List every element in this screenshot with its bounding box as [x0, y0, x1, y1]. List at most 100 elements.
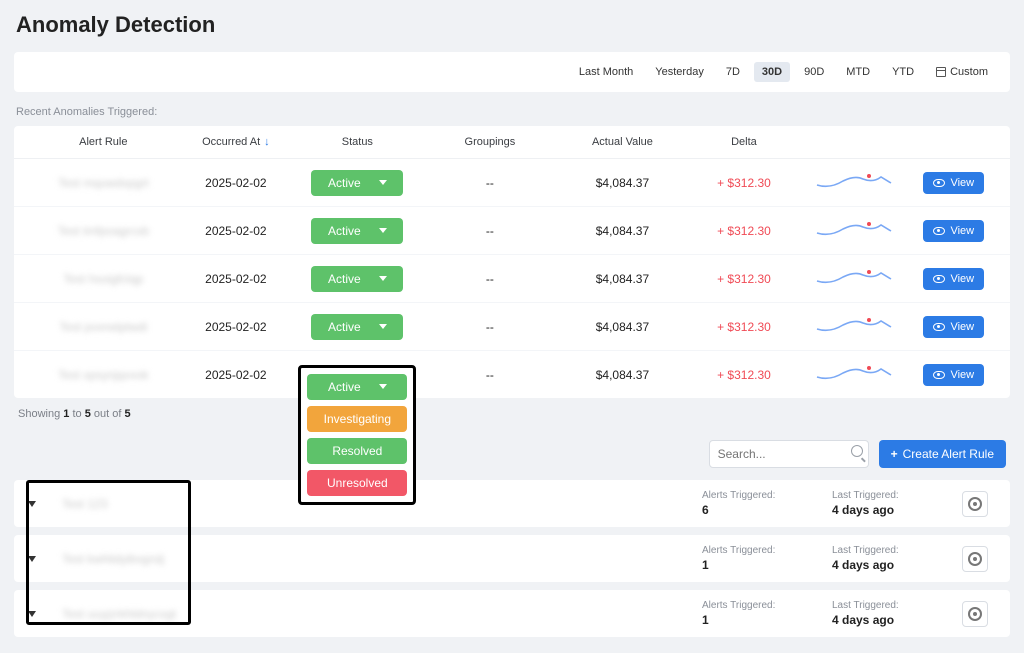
col-delta: Delta: [689, 136, 799, 148]
last-triggered: Last Triggered:4 days ago: [832, 545, 952, 572]
groupings: --: [424, 176, 557, 190]
chevron-down-icon: [379, 324, 387, 329]
sparkline: [815, 217, 893, 241]
alerts-triggered: Alerts Triggered:6: [702, 490, 822, 517]
alert-rule-row[interactable]: Test 123 Alerts Triggered:6 Last Trigger…: [14, 480, 1010, 527]
delta-value: + $312.30: [689, 272, 799, 286]
search-box: [709, 440, 869, 468]
table-row: Test xpsynjqvvok 2025-02-02 Active Inves…: [14, 351, 1010, 398]
settings-button[interactable]: [962, 546, 988, 572]
alert-rules-list: Test 123 Alerts Triggered:6 Last Trigger…: [14, 480, 1010, 637]
status-dropdown[interactable]: Active: [311, 218, 403, 244]
actual-value: $4,084.37: [556, 176, 689, 190]
actual-value: $4,084.37: [556, 368, 689, 382]
sparkline: [815, 169, 893, 193]
sparkline: [815, 265, 893, 289]
col-occurred-at[interactable]: Occurred At↓: [181, 136, 291, 148]
status-option-unresolved[interactable]: Unresolved: [307, 470, 407, 496]
status-dropdown[interactable]: Active: [311, 314, 403, 340]
last-triggered: Last Triggered:4 days ago: [832, 600, 952, 627]
rule-name: Test hsoigfctqp: [63, 272, 143, 286]
alerts-triggered: Alerts Triggered:1: [702, 545, 822, 572]
status-dropdown[interactable]: Active: [311, 170, 403, 196]
chevron-down-icon: [28, 501, 36, 507]
chevron-down-icon: [28, 611, 36, 617]
chevron-down-icon: [379, 228, 387, 233]
status-dropdown[interactable]: Active: [311, 266, 403, 292]
gear-icon: [968, 552, 982, 566]
view-button[interactable]: View: [923, 268, 984, 290]
eye-icon: [933, 179, 945, 187]
time-btn-mtd[interactable]: MTD: [838, 62, 878, 82]
eye-icon: [933, 323, 945, 331]
chevron-down-icon: [379, 276, 387, 281]
table-row: Test hsoigfctqp 2025-02-02 Active -- $4,…: [14, 255, 1010, 303]
section-subtitle: Recent Anomalies Triggered:: [16, 106, 1010, 118]
eye-icon: [933, 275, 945, 283]
col-actual: Actual Value: [556, 136, 689, 148]
groupings: --: [424, 320, 557, 334]
delta-value: + $312.30: [689, 224, 799, 238]
groupings: --: [424, 272, 557, 286]
col-alert-rule: Alert Rule: [26, 136, 181, 148]
rule-title: Test uuyjzrkhldnycxgt: [62, 607, 692, 621]
view-button[interactable]: View: [923, 316, 984, 338]
time-btn-7d[interactable]: 7D: [718, 62, 748, 82]
delta-value: + $312.30: [689, 368, 799, 382]
alert-rule-row[interactable]: Test kwhlidyibvgrslj Alerts Triggered:1 …: [14, 535, 1010, 582]
occurred-at: 2025-02-02: [181, 176, 291, 190]
time-btn-last-month[interactable]: Last Month: [571, 62, 641, 82]
time-btn-30d[interactable]: 30D: [754, 62, 790, 82]
settings-button[interactable]: [962, 491, 988, 517]
plus-icon: +: [891, 447, 898, 461]
occurred-at: 2025-02-02: [181, 224, 291, 238]
rule-name: Test xpsynjqvvok: [58, 368, 149, 382]
create-alert-rule-button[interactable]: +Create Alert Rule: [879, 440, 1006, 468]
time-range-bar: Last Month Yesterday 7D 30D 90D MTD YTD …: [14, 52, 1010, 92]
groupings: --: [424, 368, 557, 382]
alert-rule-row[interactable]: Test uuyjzrkhldnycxgt Alerts Triggered:1…: [14, 590, 1010, 637]
anomalies-table: Alert Rule Occurred At↓ Status Groupings…: [14, 126, 1010, 398]
delta-value: + $312.30: [689, 320, 799, 334]
occurred-at: 2025-02-02: [181, 272, 291, 286]
view-button[interactable]: View: [923, 364, 984, 386]
time-btn-custom[interactable]: Custom: [928, 62, 996, 82]
sparkline: [815, 313, 893, 337]
sparkline: [815, 361, 893, 385]
rule-name: Test pvxrwtptwdi: [59, 320, 147, 334]
gear-icon: [968, 497, 982, 511]
time-btn-ytd[interactable]: YTD: [884, 62, 922, 82]
table-row: Test tmfpoagrcxb 2025-02-02 Active -- $4…: [14, 207, 1010, 255]
chevron-down-icon: [379, 180, 387, 185]
occurred-at: 2025-02-02: [181, 368, 291, 382]
search-input[interactable]: [709, 440, 869, 468]
table-row: Test pvxrwtptwdi 2025-02-02 Active -- $4…: [14, 303, 1010, 351]
col-status: Status: [291, 136, 424, 148]
table-row: Test mquwdxpgrt 2025-02-02 Active -- $4,…: [14, 159, 1010, 207]
view-button[interactable]: View: [923, 220, 984, 242]
col-groupings: Groupings: [424, 136, 557, 148]
rule-name: Test tmfpoagrcxb: [58, 224, 149, 238]
settings-button[interactable]: [962, 601, 988, 627]
status-option-active[interactable]: Active: [307, 374, 407, 400]
time-btn-yesterday[interactable]: Yesterday: [647, 62, 712, 82]
gear-icon: [968, 607, 982, 621]
delta-value: + $312.30: [689, 176, 799, 190]
actual-value: $4,084.37: [556, 272, 689, 286]
calendar-icon: [936, 67, 946, 77]
last-triggered: Last Triggered:4 days ago: [832, 490, 952, 517]
eye-icon: [933, 371, 945, 379]
status-option-resolved[interactable]: Resolved: [307, 438, 407, 464]
view-button[interactable]: View: [923, 172, 984, 194]
time-btn-90d[interactable]: 90D: [796, 62, 832, 82]
occurred-at: 2025-02-02: [181, 320, 291, 334]
status-dropdown-open: Active Investigating Resolved Unresolved: [298, 365, 416, 505]
chevron-down-icon: [379, 384, 387, 389]
pagination: Showing 1 to 5 out of 5: [14, 398, 1010, 434]
table-header: Alert Rule Occurred At↓ Status Groupings…: [14, 126, 1010, 159]
status-option-investigating[interactable]: Investigating: [307, 406, 407, 432]
page-title: Anomaly Detection: [16, 12, 1010, 38]
actual-value: $4,084.37: [556, 224, 689, 238]
sort-down-icon: ↓: [264, 136, 270, 148]
search-icon: [851, 445, 863, 457]
